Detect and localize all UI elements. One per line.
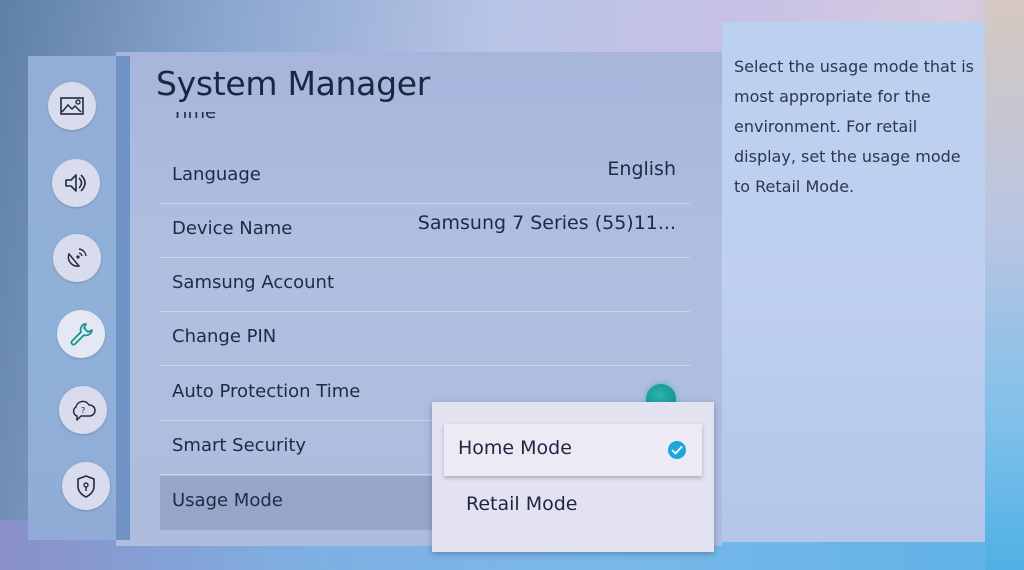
settings-item-label: Smart Security — [172, 435, 307, 456]
sidebar-item-sound[interactable] — [52, 159, 100, 207]
option-home-mode[interactable]: Home Mode — [444, 424, 702, 476]
usage-mode-popup: Home Mode Retail Mode — [432, 402, 714, 552]
option-label: Home Mode — [458, 437, 572, 459]
wrench-icon — [70, 323, 93, 346]
option-label: Retail Mode — [466, 493, 578, 515]
sidebar-item-broadcasting[interactable] — [53, 234, 101, 282]
privacy-shield-icon — [77, 475, 95, 498]
settings-item-language[interactable]: Language English — [160, 150, 690, 204]
settings-item-value: English — [607, 158, 676, 180]
sound-icon — [65, 174, 86, 192]
sidebar-item-support[interactable]: ? — [59, 386, 107, 434]
settings-item-label: Samsung Account — [172, 272, 335, 293]
option-retail-mode[interactable]: Retail Mode — [444, 480, 702, 532]
description-panel: Select the usage mode that is most appro… — [722, 22, 985, 542]
page-title: System Manager — [156, 64, 430, 103]
sidebar-item-general[interactable] — [57, 310, 105, 358]
settings-item-change-pin[interactable]: Change PIN — [160, 312, 690, 366]
settings-item-label: Change PIN — [172, 326, 277, 347]
panel-edge — [116, 56, 130, 540]
settings-item-label: Language — [172, 164, 261, 185]
sidebar-item-picture[interactable] — [48, 82, 96, 130]
settings-item-samsung-account[interactable]: Samsung Account — [160, 258, 690, 312]
sidebar-item-privacy[interactable] — [62, 462, 110, 510]
category-sidebar: ? — [28, 56, 116, 540]
settings-item-label: Usage Mode — [172, 490, 283, 511]
background-right — [985, 0, 1024, 570]
settings-item-value: Samsung 7 Series (55)11... — [417, 212, 676, 234]
picture-icon — [60, 97, 84, 115]
settings-item-label: Auto Protection Time — [172, 381, 361, 402]
description-text: Select the usage mode that is most appro… — [734, 57, 974, 196]
settings-item-device-name[interactable]: Device Name Samsung 7 Series (55)11... — [160, 204, 690, 258]
checkmark-icon — [668, 441, 686, 459]
settings-item-label: Device Name — [172, 218, 293, 239]
support-icon: ? — [72, 400, 96, 421]
settings-item-partial[interactable]: Time — [172, 112, 232, 134]
broadcasting-icon — [67, 248, 87, 267]
svg-text:?: ? — [81, 406, 85, 415]
